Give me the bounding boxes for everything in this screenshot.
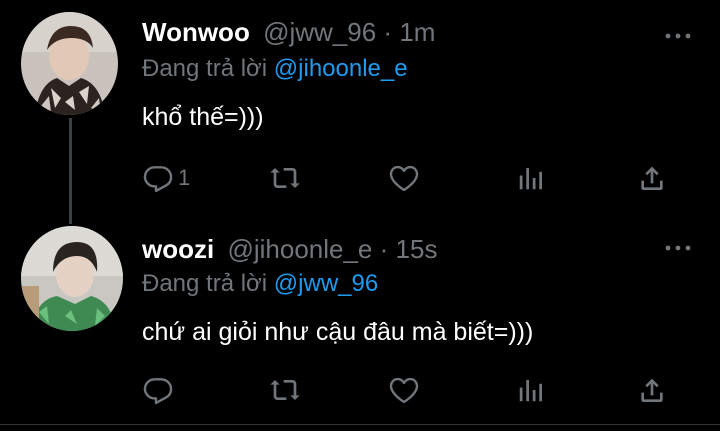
tweet-header: woozi @jihoonle_e · 15s bbox=[142, 234, 437, 265]
replying-to: Đang trả lời @jww_96 bbox=[142, 270, 378, 298]
retweet-button[interactable] bbox=[268, 160, 302, 196]
replying-to-label: Đang trả lời bbox=[142, 270, 268, 297]
analytics-button[interactable] bbox=[516, 372, 546, 408]
analytics-icon bbox=[519, 168, 542, 190]
like-icon bbox=[389, 377, 419, 404]
share-button[interactable] bbox=[636, 160, 668, 196]
tweet-woozi[interactable]: woozi @jihoonle_e · 15s Đang trả lời @jw… bbox=[0, 210, 720, 424]
tweet-text: khổ thế=))) bbox=[142, 103, 264, 131]
analytics-icon bbox=[519, 380, 542, 402]
replying-to-handle[interactable]: @jww_96 bbox=[274, 270, 378, 297]
more-options-icon[interactable] bbox=[664, 240, 692, 251]
replying-to-label: Đang trả lời bbox=[142, 55, 268, 82]
bottom-divider bbox=[0, 424, 720, 425]
tweet-header: Wonwoo @jww_96 · 1m bbox=[142, 17, 435, 48]
retweet-icon bbox=[270, 380, 300, 400]
like-button[interactable] bbox=[388, 160, 420, 196]
separator-dot: · bbox=[379, 234, 389, 264]
avatar-wonwoo[interactable] bbox=[21, 12, 118, 115]
avatar-wonwoo-image bbox=[21, 12, 118, 115]
share-button[interactable] bbox=[636, 372, 668, 408]
more-options-icon[interactable] bbox=[664, 28, 692, 39]
reply-icon bbox=[143, 378, 173, 405]
share-icon bbox=[641, 166, 663, 190]
avatar-woozi[interactable] bbox=[21, 226, 123, 331]
timestamp[interactable]: 1m bbox=[399, 17, 435, 47]
tweet-actions bbox=[140, 372, 680, 408]
tweet-text: chứ ai giỏi như cậu đâu mà biết=))) bbox=[142, 318, 534, 346]
analytics-button[interactable] bbox=[516, 160, 546, 196]
reply-count: 1 bbox=[178, 165, 191, 190]
display-name[interactable]: Wonwoo bbox=[142, 17, 250, 47]
user-handle[interactable]: @jww_96 bbox=[263, 17, 376, 47]
tweet-actions: 1 bbox=[140, 160, 680, 196]
retweet-button[interactable] bbox=[268, 372, 302, 408]
like-button[interactable] bbox=[388, 372, 420, 408]
timestamp[interactable]: 15s bbox=[396, 234, 438, 264]
display-name[interactable]: woozi bbox=[142, 234, 214, 264]
share-icon bbox=[641, 378, 663, 402]
avatar-woozi-image bbox=[21, 226, 123, 331]
replying-to-handle[interactable]: @jihoonle_e bbox=[274, 55, 408, 82]
user-handle[interactable]: @jihoonle_e bbox=[227, 234, 372, 264]
retweet-icon bbox=[270, 168, 300, 188]
tweet-wonwoo[interactable]: Wonwoo @jww_96 · 1m Đang trả lời @jihoon… bbox=[0, 0, 720, 210]
reply-button[interactable]: 1 bbox=[142, 160, 190, 196]
replying-to: Đang trả lời @jihoonle_e bbox=[142, 55, 408, 83]
like-icon bbox=[389, 165, 419, 192]
reply-button[interactable] bbox=[142, 372, 178, 408]
separator-dot: · bbox=[383, 17, 393, 47]
reply-icon bbox=[143, 166, 173, 193]
